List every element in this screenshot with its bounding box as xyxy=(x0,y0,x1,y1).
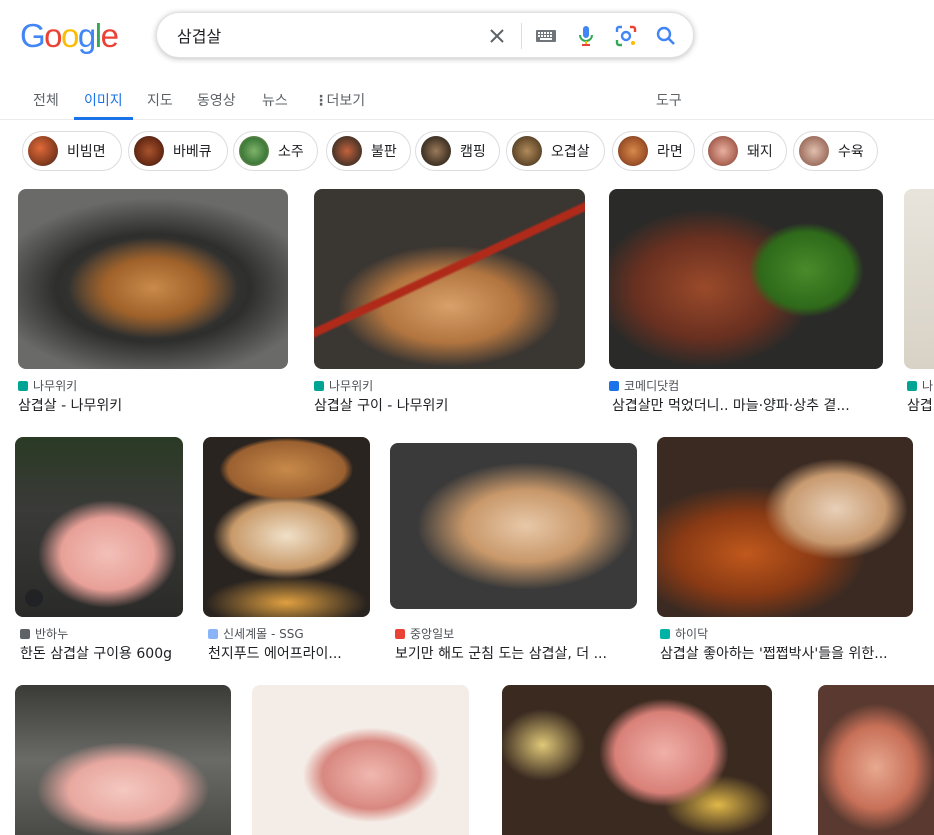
result-title[interactable]: 삼겹살 - 나무위키 xyxy=(18,395,288,415)
result-source[interactable]: 신세계몰 - SSG xyxy=(208,625,304,642)
tab-images[interactable]: 이미지 xyxy=(74,90,133,120)
logo-letter: o xyxy=(61,17,79,54)
result-thumbnail[interactable] xyxy=(18,189,288,369)
chip-ogyeopsal[interactable]: 오겹살 xyxy=(506,131,605,171)
source-name: 나무위키 xyxy=(33,379,78,393)
result-source[interactable]: 나무위키 xyxy=(314,377,373,394)
source-name: 나무위키 xyxy=(329,379,374,393)
site-favicon-icon xyxy=(395,628,405,639)
google-logo[interactable]: Google xyxy=(20,17,119,54)
chip-bulpan[interactable]: 불판 xyxy=(326,131,411,171)
chip-barbecue[interactable]: 바베큐 xyxy=(128,131,228,171)
chip-label: 캠핑 xyxy=(460,144,486,160)
result-thumbnail[interactable] xyxy=(314,189,585,369)
search-divider xyxy=(521,23,522,49)
source-name: 중앙일보 xyxy=(410,627,455,641)
logo-letter: o xyxy=(44,17,62,54)
result-thumbnail[interactable] xyxy=(15,437,183,617)
result-title[interactable]: 천지푸드 에어프라이... xyxy=(208,643,368,663)
lens-camera-icon[interactable] xyxy=(614,24,638,48)
result-title[interactable]: 삼겹 xyxy=(907,395,934,415)
tab-news[interactable]: 뉴스 xyxy=(262,90,288,120)
chip-thumbnail xyxy=(618,136,648,166)
chip-thumbnail xyxy=(512,136,542,166)
source-name: 반하누 xyxy=(35,627,69,641)
result-thumbnail[interactable] xyxy=(818,685,934,835)
result-thumbnail[interactable] xyxy=(609,189,883,369)
source-name: 나 xyxy=(922,379,934,393)
tab-maps[interactable]: 지도 xyxy=(147,90,173,120)
result-source[interactable]: 반하누 xyxy=(20,625,68,642)
result-title[interactable]: 보기만 해도 군침 도는 삼겹살, 더 ... xyxy=(395,643,630,663)
logo-letter: e xyxy=(100,17,119,54)
chip-thumbnail xyxy=(708,136,738,166)
search-box xyxy=(156,12,694,58)
chip-label: 수육 xyxy=(838,144,864,160)
tab-more[interactable]: ⋮ 더보기 xyxy=(314,90,365,120)
search-tabs: 전체 이미지 지도 동영상 뉴스 ⋮ 더보기 도구 xyxy=(0,78,934,120)
tab-videos[interactable]: 동영상 xyxy=(197,90,236,120)
tag-icon xyxy=(25,589,43,607)
result-source[interactable]: 중앙일보 xyxy=(395,625,454,642)
chip-suyuk[interactable]: 수육 xyxy=(793,131,878,171)
site-favicon-icon xyxy=(609,380,619,391)
result-thumbnail[interactable] xyxy=(15,685,231,835)
result-thumbnail[interactable] xyxy=(203,437,370,617)
logo-letter: g xyxy=(77,17,96,54)
chip-thumbnail xyxy=(134,136,164,166)
site-favicon-icon xyxy=(314,380,324,391)
chip-bibimmyeon[interactable]: 비빔면 xyxy=(22,131,122,171)
chip-thumbnail xyxy=(332,136,362,166)
tab-more-label: 더보기 xyxy=(326,93,366,109)
source-name: 하이닥 xyxy=(675,627,709,641)
chip-thumbnail xyxy=(799,136,829,166)
site-favicon-icon xyxy=(907,380,917,391)
result-thumbnail[interactable] xyxy=(904,189,934,369)
chip-label: 소주 xyxy=(278,144,304,160)
chip-dwaeji[interactable]: 돼지 xyxy=(702,131,787,171)
chip-label: 바베큐 xyxy=(173,144,212,160)
keyboard-icon[interactable] xyxy=(534,24,558,48)
chip-label: 비빔면 xyxy=(67,144,106,160)
result-source[interactable]: 코메디닷컴 xyxy=(609,377,679,394)
more-vert-icon: ⋮ xyxy=(314,93,328,109)
logo-letter: G xyxy=(20,17,46,54)
clear-icon[interactable] xyxy=(485,24,509,48)
chip-label: 돼지 xyxy=(747,144,773,160)
tab-all[interactable]: 전체 xyxy=(33,90,59,120)
tools-button[interactable]: 도구 xyxy=(656,90,682,110)
result-title[interactable]: 삼겹살 구이 - 나무위키 xyxy=(314,395,585,415)
chip-ramyeon[interactable]: 라면 xyxy=(612,131,695,171)
result-thumbnail[interactable] xyxy=(252,685,469,835)
result-source[interactable]: 하이닥 xyxy=(660,625,708,642)
result-title[interactable]: 삼겹살 좋아하는 '쩝쩝박사'들을 위한... xyxy=(660,643,910,663)
result-source[interactable]: 나무위키 xyxy=(18,377,77,394)
chip-label: 불판 xyxy=(371,144,397,160)
result-source[interactable]: 나 xyxy=(907,377,933,394)
result-title[interactable]: 삼겹살만 먹었더니.. 마늘·양파·상추 곁... xyxy=(612,395,874,415)
site-favicon-icon xyxy=(208,628,218,639)
microphone-icon[interactable] xyxy=(574,24,598,48)
source-name: 코메디닷컴 xyxy=(624,379,680,393)
result-thumbnail[interactable] xyxy=(390,443,637,609)
chip-soju[interactable]: 소주 xyxy=(233,131,318,171)
result-thumbnail[interactable] xyxy=(657,437,913,617)
chip-thumbnail xyxy=(239,136,269,166)
result-thumbnail[interactable] xyxy=(502,685,772,835)
chip-thumbnail xyxy=(421,136,451,166)
source-name: 신세계몰 - SSG xyxy=(223,627,304,641)
chip-thumbnail xyxy=(28,136,58,166)
search-icon[interactable] xyxy=(654,24,678,48)
chip-label: 라면 xyxy=(657,144,683,160)
site-favicon-icon xyxy=(20,628,30,639)
result-title[interactable]: 한돈 삼겹살 구이용 600g xyxy=(20,643,190,663)
site-favicon-icon xyxy=(660,628,670,639)
chip-label: 오겹살 xyxy=(551,144,590,160)
site-favicon-icon xyxy=(18,380,28,391)
chip-camping[interactable]: 캠핑 xyxy=(415,131,500,171)
search-input[interactable] xyxy=(177,21,477,49)
